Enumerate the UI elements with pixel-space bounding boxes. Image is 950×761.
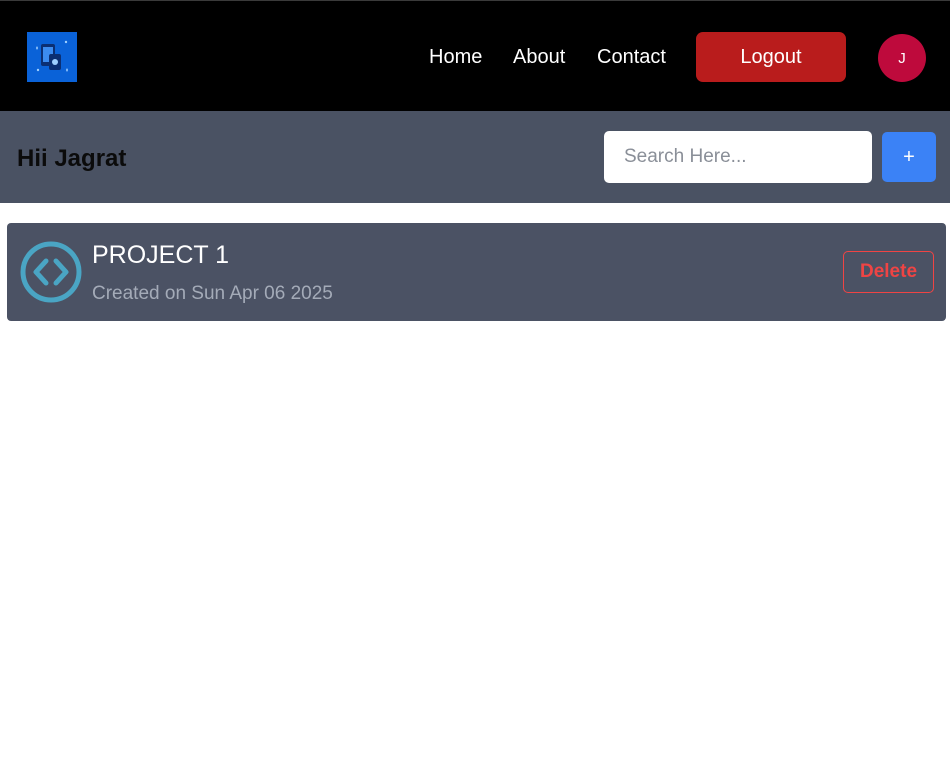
- navbar: Home About Contact Logout J: [0, 0, 950, 111]
- app-logo-icon[interactable]: [27, 32, 77, 82]
- nav-link-about[interactable]: About: [513, 45, 565, 69]
- project-card[interactable]: PROJECT 1 Created on Sun Apr 06 2025 Del…: [7, 223, 946, 321]
- delete-project-button[interactable]: Delete: [843, 251, 934, 293]
- logout-button[interactable]: Logout: [696, 32, 846, 82]
- search-input[interactable]: [604, 131, 872, 183]
- nav-link-home[interactable]: Home: [429, 45, 482, 69]
- code-icon: [19, 240, 83, 304]
- nav-link-contact[interactable]: Contact: [597, 45, 666, 69]
- project-created-date: Created on Sun Apr 06 2025: [92, 283, 333, 304]
- avatar[interactable]: J: [878, 34, 926, 82]
- greeting-heading: Hii Jagrat: [17, 145, 127, 172]
- project-title[interactable]: PROJECT 1: [92, 241, 229, 270]
- subheader: Hii Jagrat +: [0, 111, 950, 203]
- add-project-button[interactable]: +: [882, 132, 936, 182]
